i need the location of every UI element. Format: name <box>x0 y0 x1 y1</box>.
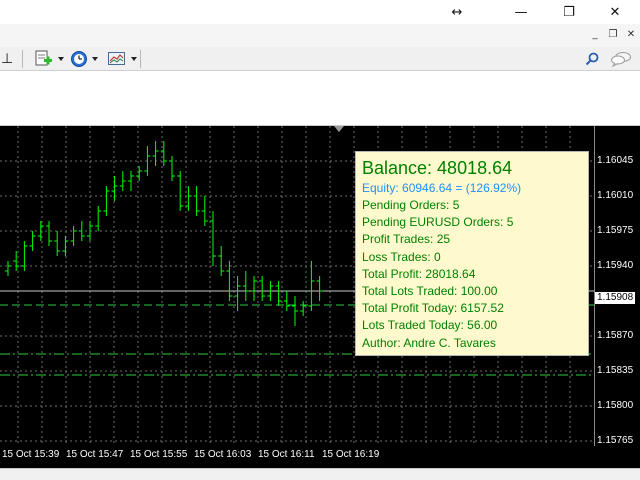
price-axis-label: 1.15765 <box>597 435 634 446</box>
total-lots-text: Total Lots Traded: 100.00 <box>362 284 498 299</box>
empty-panel-area <box>0 71 640 126</box>
chat-icon <box>611 52 631 67</box>
shift-marker-icon <box>334 126 344 132</box>
periodicity-button[interactable] <box>70 49 98 69</box>
price-axis-label: 1.15975 <box>597 225 634 236</box>
lots-today-text: Lots Traded Today: 56.00 <box>362 318 498 333</box>
time-axis-label: 15 Oct 16:03 <box>194 449 252 460</box>
price-axis-label: 1.15940 <box>597 260 634 271</box>
price-axis-label: 1.15835 <box>597 365 634 376</box>
profit-today-text: Total Profit Today: 6157.52 <box>362 301 504 316</box>
chart-tabs-strip <box>0 468 640 480</box>
search-button[interactable] <box>584 49 600 69</box>
mdi-restore-button[interactable]: ❐ <box>606 27 620 41</box>
profit-trades-text: Profit Trades: 25 <box>362 232 451 247</box>
search-icon <box>585 52 599 66</box>
time-axis-label: 15 Oct 16:11 <box>258 449 315 460</box>
chart-template-icon <box>108 52 125 65</box>
loss-trades-text: Loss Trades: 0 <box>362 249 441 264</box>
templates-button[interactable] <box>107 49 137 69</box>
resize-icon[interactable]: ↔ <box>434 0 480 24</box>
standard-toolbar: ⊥ <box>0 47 640 71</box>
crosshair-tool-button[interactable]: ⊥ <box>1 49 13 69</box>
toolbar-separator <box>22 50 23 68</box>
price-axis <box>594 126 640 446</box>
window-titlebar: ↔ — ❐ ✕ <box>0 0 640 24</box>
new-order-icon <box>35 50 52 66</box>
pending-symbol-orders-text: Pending EURUSD Orders: 5 <box>362 215 514 230</box>
price-axis-label: 1.16010 <box>597 190 634 201</box>
new-order-button[interactable] <box>34 49 64 69</box>
total-profit-text: Total Profit: 28018.64 <box>362 266 476 281</box>
chevron-down-icon[interactable] <box>92 57 98 61</box>
mdi-close-button[interactable]: ✕ <box>624 27 638 41</box>
time-axis-label: 15 Oct 15:55 <box>130 449 188 460</box>
time-axis-label: 15 Oct 15:47 <box>66 449 124 460</box>
equity-text: Equity: 60946.64 = (126.92%) <box>362 181 522 195</box>
clock-icon <box>71 51 87 67</box>
price-axis-label: 1.15800 <box>597 400 634 411</box>
author-text: Author: Andre C. Tavares <box>362 335 496 350</box>
balance-text: Balance: 48018.64 <box>362 158 513 178</box>
mdi-control-strip: _ ❐ ✕ <box>0 24 640 48</box>
chevron-down-icon[interactable] <box>131 57 137 61</box>
price-axis-label: 1.15870 <box>597 330 634 341</box>
toolbar-separator <box>140 50 141 68</box>
time-axis-label: 15 Oct 15:39 <box>2 449 60 460</box>
close-button[interactable]: ✕ <box>592 0 638 24</box>
crosshair-icon: ⊥ <box>1 51 14 67</box>
chat-button[interactable] <box>610 49 632 69</box>
account-info-panel: Balance: 48018.64 Equity: 60946.64 = (12… <box>355 151 589 356</box>
pending-orders-text: Pending Orders: 5 <box>362 198 460 212</box>
mdi-minimize-button[interactable]: _ <box>588 27 602 41</box>
minimize-button[interactable]: — <box>498 0 544 24</box>
restore-button[interactable]: ❐ <box>546 0 592 24</box>
price-axis-label: 1.16045 <box>597 155 634 166</box>
chevron-down-icon[interactable] <box>58 57 64 61</box>
time-axis-label: 15 Oct 16:19 <box>322 449 380 460</box>
current-price-tag: 1.15908 <box>595 292 635 304</box>
